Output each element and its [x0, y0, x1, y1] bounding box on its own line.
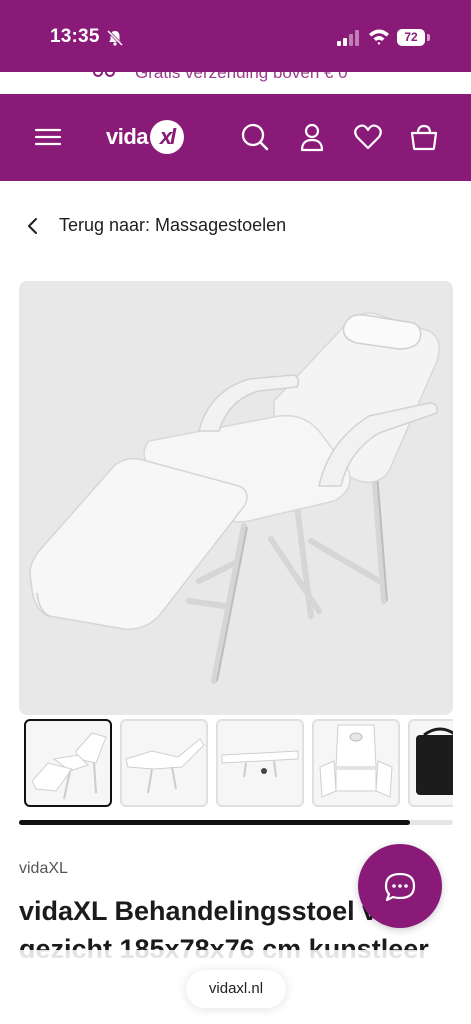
cart-basket-icon[interactable]	[409, 122, 439, 152]
chevron-left-icon	[28, 218, 37, 234]
thumbnail-5[interactable]	[408, 719, 453, 807]
battery-tip	[427, 34, 430, 41]
thumbnail-2[interactable]	[120, 719, 208, 807]
search-icon[interactable]	[240, 122, 270, 152]
thumbnail-3[interactable]	[216, 719, 304, 807]
back-to-category-link[interactable]: Terug naar: Massagestoelen	[22, 210, 322, 242]
thumbnail-image	[319, 724, 393, 798]
thumbnail-strip[interactable]	[24, 719, 453, 807]
product-brand[interactable]: vidaXL	[19, 860, 68, 878]
chat-button[interactable]	[358, 844, 442, 928]
vidaxl-logo[interactable]: vida xl	[106, 120, 186, 154]
promo-bar: Gratis verzending boven € 0	[0, 72, 471, 94]
status-time: 13:35	[50, 26, 100, 47]
promo-text: Gratis verzending boven € 0	[135, 72, 348, 82]
thumbnail-image	[31, 732, 107, 800]
battery-indicator: 72	[397, 29, 425, 46]
thumbnail-image	[221, 750, 299, 778]
status-bar: 13:35 72	[0, 0, 471, 72]
gallery-scrollbar[interactable]	[19, 820, 453, 825]
gallery-scroll-thumb[interactable]	[19, 820, 410, 825]
bell-off-icon	[106, 29, 124, 47]
delivery-truck-icon	[93, 72, 115, 77]
browser-url-pill[interactable]: vidaxl.nl	[186, 970, 286, 1008]
account-icon[interactable]	[297, 122, 327, 152]
thumbnail-image	[125, 738, 205, 794]
logo-xl: xl	[150, 120, 184, 154]
wishlist-heart-icon[interactable]	[353, 122, 383, 152]
back-link-label: Terug naar: Massagestoelen	[59, 215, 287, 235]
cellular-signal-icon	[337, 30, 359, 46]
chat-bubble-icon	[384, 872, 416, 902]
product-main-image[interactable]	[19, 281, 453, 715]
wifi-icon	[369, 29, 389, 45]
thumbnail-1[interactable]	[24, 719, 112, 807]
menu-icon[interactable]	[33, 122, 63, 152]
logo-text: vida	[106, 124, 149, 149]
thumbnail-image	[416, 727, 453, 795]
treatment-chair-illustration	[29, 312, 440, 684]
site-header: vida xl	[0, 94, 471, 181]
thumbnail-4[interactable]	[312, 719, 400, 807]
